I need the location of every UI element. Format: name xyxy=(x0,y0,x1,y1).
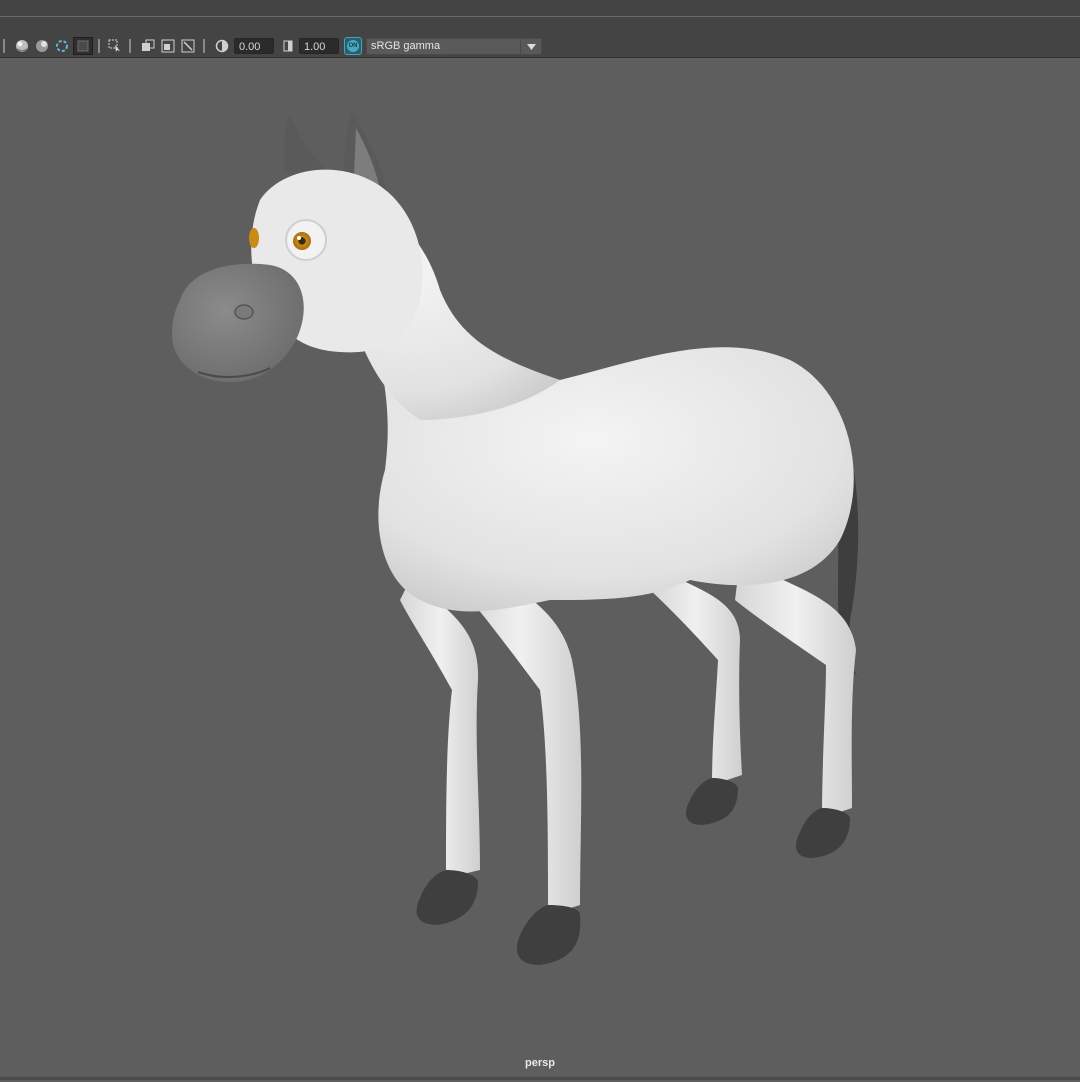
horse-back-leg-near xyxy=(735,560,856,818)
color-space-select[interactable]: sRGB gamma xyxy=(366,38,542,55)
gamma-field[interactable]: 1.00 xyxy=(299,38,339,54)
resolution-gate-icon[interactable] xyxy=(179,37,197,55)
select-camera-icon[interactable] xyxy=(106,37,124,55)
horse-model[interactable] xyxy=(0,58,1080,1077)
film-gate-icon[interactable] xyxy=(159,37,177,55)
horse-eye-near xyxy=(293,232,311,250)
toolbar-separator xyxy=(98,39,100,53)
horse-nostril xyxy=(234,304,254,320)
3d-viewport[interactable] xyxy=(0,58,1080,1077)
grid-icon[interactable] xyxy=(73,37,93,55)
horse-back-leg-far xyxy=(650,570,742,785)
shaded-sphere-icon[interactable] xyxy=(13,37,31,55)
horse-hoof-back-far xyxy=(686,778,738,825)
horse-hoof-back-near xyxy=(796,808,850,858)
toolbar-separator xyxy=(129,39,131,53)
color-management-icon[interactable]: ON xyxy=(344,37,362,55)
isolate-icon[interactable] xyxy=(53,37,71,55)
gamma-icon[interactable] xyxy=(279,37,297,55)
viewport-toolbar: 0.00 1.00 ON sRGB gamma xyxy=(0,17,1080,58)
toolbar-separator xyxy=(3,39,5,53)
horse-hoof-front-near xyxy=(516,905,581,965)
exposure-field[interactable]: 0.00 xyxy=(234,38,274,54)
horse-front-leg-far xyxy=(400,580,480,878)
textured-sphere-icon[interactable] xyxy=(33,37,51,55)
two-pane-icon[interactable] xyxy=(139,37,157,55)
horse-ear-left xyxy=(283,115,330,179)
horse-muzzle xyxy=(172,263,304,383)
toolbar-separator xyxy=(203,39,205,53)
horse-hoof-front-far xyxy=(416,870,478,925)
chevron-down-icon[interactable] xyxy=(520,39,541,54)
color-space-value: sRGB gamma xyxy=(371,40,441,52)
camera-label: persp xyxy=(525,1057,555,1069)
horse-eye-far xyxy=(249,228,259,248)
exposure-icon[interactable] xyxy=(213,37,231,55)
menu-bar xyxy=(0,0,1080,17)
